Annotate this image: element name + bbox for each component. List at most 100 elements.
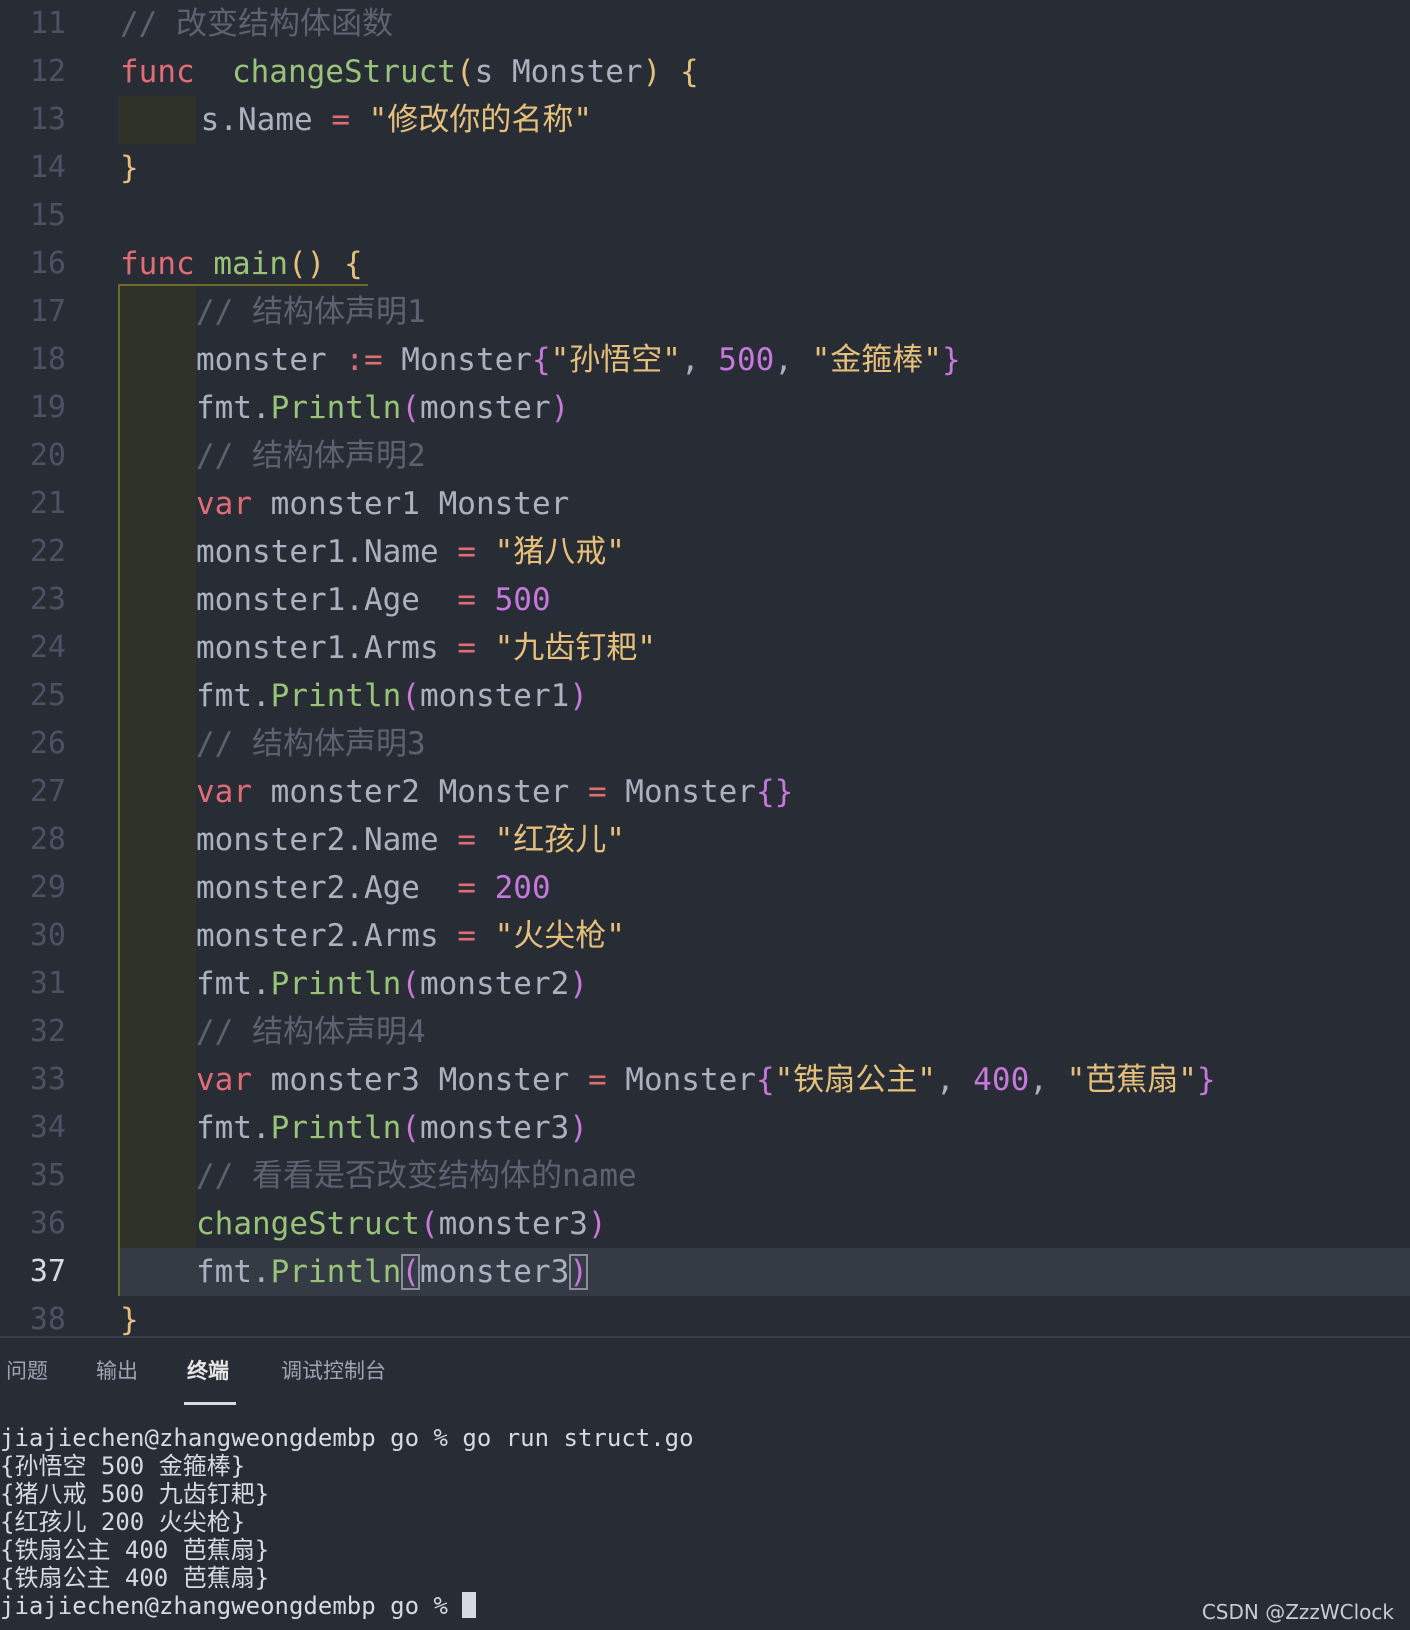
code-line[interactable]: // 改变结构体函数 bbox=[120, 0, 393, 48]
line-number: 17 bbox=[29, 294, 66, 329]
code-line[interactable]: // 结构体声明1 bbox=[196, 288, 426, 336]
tab-debug-console[interactable]: 调试控制台 bbox=[281, 1356, 386, 1386]
code-token: = bbox=[331, 102, 350, 138]
code-line[interactable]: monster := Monster{"孙悟空", 500, "金箍棒"} bbox=[196, 336, 961, 384]
code-token: var bbox=[196, 1062, 252, 1098]
code-token: Monster bbox=[606, 774, 756, 810]
code-token: 200 bbox=[494, 870, 551, 906]
code-line[interactable]: var monster3 Monster = Monster{"铁扇公主", 4… bbox=[196, 1056, 1216, 1104]
code-token: Println bbox=[270, 678, 402, 714]
code-token: Println bbox=[270, 966, 402, 1002]
tab-output[interactable]: 输出 bbox=[96, 1356, 138, 1386]
code-line[interactable]: // 结构体声明3 bbox=[196, 720, 426, 768]
code-token: ( bbox=[401, 390, 420, 426]
code-token: monster2 Monster bbox=[252, 774, 588, 810]
code-line[interactable]: var monster2 Monster = Monster{} bbox=[196, 768, 793, 816]
code-token: "修改你的名称" bbox=[368, 102, 592, 138]
code-token: monster3 bbox=[419, 1110, 570, 1146]
line-number: 34 bbox=[29, 1110, 66, 1145]
line-number: 33 bbox=[29, 1062, 66, 1097]
code-token: = bbox=[457, 582, 476, 618]
code-token: monster bbox=[419, 390, 551, 426]
code-line[interactable]: monster2.Arms = "火尖枪" bbox=[196, 912, 625, 960]
line-number: 24 bbox=[29, 630, 66, 665]
code-token: monster2.Arms bbox=[196, 918, 458, 954]
line-number: 23 bbox=[29, 582, 66, 617]
code-token: "猪八戒" bbox=[494, 534, 625, 570]
line-number: 21 bbox=[29, 486, 66, 521]
code-token: changeStruct bbox=[196, 1206, 420, 1242]
code-token: fmt. bbox=[196, 1254, 271, 1290]
code-token: "铁扇公主" bbox=[774, 1062, 936, 1098]
line-number: 27 bbox=[29, 774, 66, 809]
code-line[interactable]: fmt.Println(monster2) bbox=[196, 960, 588, 1008]
code-token: fmt. bbox=[196, 390, 271, 426]
code-token: // 看看是否改变结构体的name bbox=[196, 1158, 637, 1194]
code-token: ( bbox=[401, 678, 420, 714]
terminal-output[interactable]: jiajiechen@zhangweongdembp go % go run s… bbox=[0, 1424, 1410, 1620]
code-token: main bbox=[213, 246, 288, 282]
code-line[interactable]: // 看看是否改变结构体的name bbox=[196, 1152, 637, 1200]
code-line[interactable]: monster2.Age = 200 bbox=[196, 864, 551, 912]
code-token: ) bbox=[642, 54, 662, 90]
code-line[interactable]: fmt.Println(monster3) bbox=[196, 1248, 588, 1296]
code-token: { bbox=[755, 1062, 775, 1098]
code-line[interactable]: changeStruct(monster3) bbox=[196, 1200, 607, 1248]
tab-problems[interactable]: 问题 bbox=[6, 1356, 48, 1386]
terminal-line: {猪八戒 500 九齿钉耙} bbox=[0, 1480, 270, 1508]
code-token: Monster bbox=[382, 342, 532, 378]
code-line[interactable]: // 结构体声明2 bbox=[196, 432, 426, 480]
code-editor[interactable]: 11 12 13 14 15 16 17 18 19 20 21 22 23 24 25 26 27 28 29 30… bbox=[0, 0, 1410, 1338]
code-token: var bbox=[196, 486, 252, 522]
code-token: ( bbox=[455, 54, 475, 90]
code-line[interactable]: s.Name = "修改你的名称" bbox=[182, 96, 592, 144]
code-token: monster3 bbox=[438, 1206, 588, 1242]
code-token: } bbox=[941, 342, 961, 378]
code-token: ( bbox=[401, 1254, 420, 1290]
code-token: 400 bbox=[973, 1062, 1030, 1098]
code-token: () bbox=[287, 246, 326, 282]
line-number: 14 bbox=[29, 150, 66, 185]
line-number: 20 bbox=[29, 438, 66, 473]
terminal-line: {铁扇公主 400 芭蕉扇} bbox=[0, 1536, 270, 1564]
code-token: {} bbox=[755, 774, 794, 810]
code-token: monster2 bbox=[419, 966, 570, 1002]
code-token: fmt. bbox=[196, 966, 271, 1002]
code-token: "红孩儿" bbox=[494, 822, 625, 858]
code-token: Println bbox=[270, 390, 402, 426]
code-line[interactable]: func main() { bbox=[120, 240, 363, 288]
terminal-prompt-line[interactable]: jiajiechen@zhangweongdembp go % bbox=[0, 1592, 1410, 1620]
code-line[interactable]: monster2.Name = "红孩儿" bbox=[196, 816, 625, 864]
code-token: = bbox=[457, 630, 476, 666]
code-line[interactable]: func changeStruct(s Monster) { bbox=[120, 48, 699, 96]
code-token: // 结构体声明4 bbox=[196, 1014, 426, 1050]
code-line[interactable]: monster1.Arms = "九齿钉耙" bbox=[196, 624, 656, 672]
code-line[interactable]: monster1.Age = 500 bbox=[196, 576, 551, 624]
code-token: monster1.Arms bbox=[196, 630, 458, 666]
code-token: // 改变结构体函数 bbox=[120, 6, 393, 42]
code-line[interactable]: fmt.Println(monster) bbox=[196, 384, 569, 432]
code-line[interactable]: monster1.Name = "猪八戒" bbox=[196, 528, 625, 576]
tab-terminal[interactable]: 终端 bbox=[187, 1356, 229, 1386]
line-number: 37 bbox=[29, 1254, 66, 1289]
code-token: , bbox=[1029, 1062, 1067, 1098]
code-token: 500 bbox=[494, 582, 551, 618]
line-number: 28 bbox=[29, 822, 66, 857]
code-line[interactable]: fmt.Println(monster3) bbox=[196, 1104, 588, 1152]
code-token: ) bbox=[587, 1206, 607, 1242]
code-token: ) bbox=[569, 1254, 588, 1290]
terminal-line: {孙悟空 500 金箍棒} bbox=[0, 1452, 246, 1480]
code-line[interactable]: // 结构体声明4 bbox=[196, 1008, 426, 1056]
code-line[interactable]: var monster1 Monster bbox=[196, 480, 569, 528]
code-line[interactable]: fmt.Println(monster1) bbox=[196, 672, 588, 720]
terminal-line: {铁扇公主 400 芭蕉扇} bbox=[0, 1564, 270, 1592]
line-number: 25 bbox=[29, 678, 66, 713]
line-number: 22 bbox=[29, 534, 66, 569]
code-line[interactable]: } bbox=[120, 144, 139, 192]
